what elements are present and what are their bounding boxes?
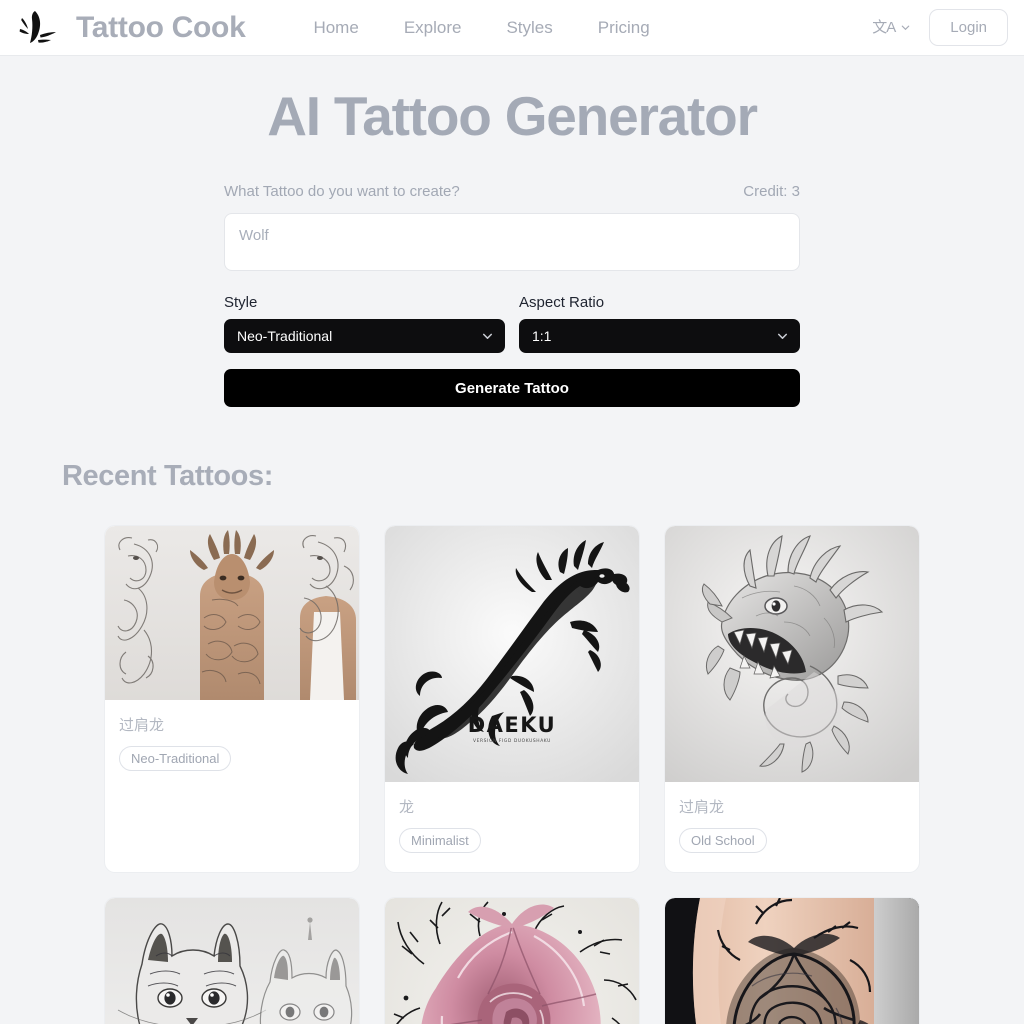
dragon-man-triptych-image (105, 526, 359, 700)
translate-icon: 文A (872, 19, 896, 36)
aspect-ratio-select[interactable]: 1:1 (519, 319, 800, 353)
chevron-down-icon (900, 22, 911, 33)
card-caption: 过肩龙 (119, 717, 165, 734)
tattoo-card[interactable] (384, 897, 640, 1024)
prompt-input[interactable] (224, 213, 800, 271)
rose-arm-tattoo-image (665, 898, 919, 1024)
page-title: AI Tattoo Generator (267, 85, 758, 147)
generator-form: What Tattoo do you want to create? Credi… (224, 148, 800, 407)
recent-tattoos-grid-row2 (0, 897, 1024, 1024)
style-label: Style (224, 294, 258, 311)
nav-item-pricing[interactable]: Pricing (598, 18, 650, 38)
pink-rose-thorns-image (385, 898, 639, 1024)
tattoo-card[interactable]: 过肩龙 Old School (664, 525, 920, 873)
brand-name: Tattoo Cook (76, 10, 246, 44)
style-field: Style Neo-Traditional (224, 294, 505, 353)
header-actions: 文A Login (872, 9, 1008, 46)
site-header: Tattoo Cook Home Explore Styles Pricing … (0, 0, 1024, 56)
card-caption: 过肩龙 (679, 799, 725, 816)
aspect-ratio-field: Aspect Ratio 1:1 (519, 294, 800, 353)
nav-item-home[interactable]: Home (313, 18, 358, 38)
tattoo-card[interactable]: DAEKU VERSION FIGD DUOKUSHAKU 龙 Minimali… (384, 525, 640, 873)
cat-sketch-pair-image (105, 898, 359, 1024)
card-body: 过肩龙 Old School (665, 782, 919, 872)
card-body: 龙 Minimalist (385, 782, 639, 872)
pencil-dragon-head-image (665, 526, 919, 782)
tattoo-card[interactable]: 过肩龙 Neo-Traditional (104, 525, 360, 873)
generate-tattoo-button[interactable]: Generate Tattoo (224, 369, 800, 407)
form-label-row: What Tattoo do you want to create? Credi… (224, 183, 800, 200)
main-nav: Home Explore Styles Pricing (313, 18, 649, 38)
main-content: AI Tattoo Generator What Tattoo do you w… (0, 84, 1024, 1024)
options-row: Style Neo-Traditional Aspect Ratio 1:1 (224, 294, 800, 353)
login-button[interactable]: Login (929, 9, 1008, 46)
svg-text:DAEKU: DAEKU (468, 713, 557, 737)
prompt-label: What Tattoo do you want to create? (224, 183, 460, 200)
nav-item-styles[interactable]: Styles (506, 18, 552, 38)
credit-label: Credit: 3 (743, 183, 800, 200)
nav-item-explore[interactable]: Explore (404, 18, 462, 38)
recent-tattoos-grid: 过肩龙 Neo-Traditional DAEKU VERSION FIGD D… (0, 525, 1024, 873)
brand-logo[interactable]: Tattoo Cook (18, 9, 246, 47)
recent-tattoos-heading: Recent Tattoos: (62, 460, 273, 492)
language-switcher[interactable]: 文A (872, 20, 911, 35)
status-badge: Neo-Traditional (119, 746, 232, 771)
brush-strokes-logo-icon (18, 9, 62, 47)
black-ink-dragon-image: DAEKU VERSION FIGD DUOKUSHAKU (385, 526, 639, 782)
card-caption: 龙 (399, 799, 415, 816)
svg-text:VERSION FIGD DUOKUSHAKU: VERSION FIGD DUOKUSHAKU (473, 738, 551, 744)
style-select[interactable]: Neo-Traditional (224, 319, 505, 353)
card-body: 过肩龙 Neo-Traditional (105, 700, 359, 790)
tattoo-card[interactable] (664, 897, 920, 1024)
status-badge: Minimalist (399, 828, 481, 853)
aspect-ratio-label: Aspect Ratio (519, 294, 605, 311)
status-badge: Old School (679, 828, 767, 853)
tattoo-card[interactable] (104, 897, 360, 1024)
